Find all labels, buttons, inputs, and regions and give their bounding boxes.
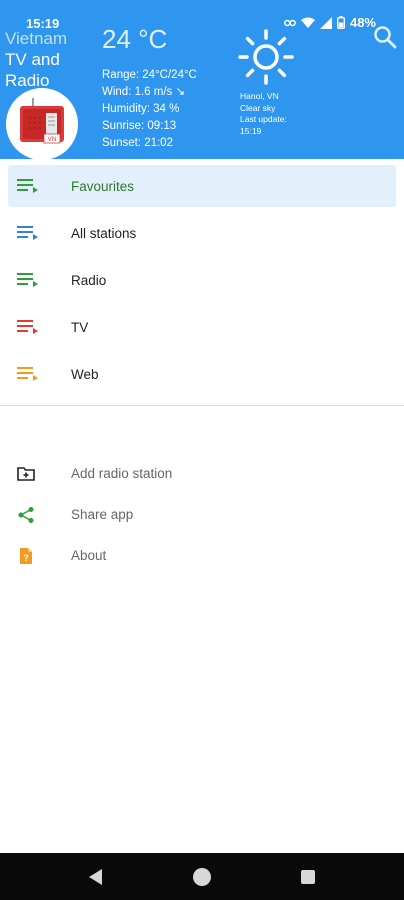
playlist-icon: [17, 320, 38, 334]
weather-details: Range: 24°C/24°C Wind: 1.6 m/s ↘ Humidit…: [102, 67, 197, 152]
weather-humidity: Humidity: 34 %: [102, 103, 180, 115]
app-title-line1: Vietnam: [5, 29, 68, 48]
add-radio-station-label: Add radio station: [71, 466, 173, 481]
menu-item-favourites[interactable]: Favourites: [8, 165, 396, 207]
add-radio-station-item[interactable]: Add radio station: [8, 456, 396, 492]
menu-item-tv[interactable]: TV: [8, 306, 396, 348]
location-info: Hanoi, VN Clear sky Last update: 15:19: [240, 91, 287, 137]
search-icon[interactable]: [372, 24, 398, 50]
playlist-icon: [17, 367, 38, 381]
app-title: Vietnam TV and Radio: [5, 28, 105, 91]
back-icon[interactable]: [85, 866, 107, 888]
share-icon: [18, 507, 34, 523]
menu-item-all-stations[interactable]: All stations: [8, 212, 396, 254]
battery-icon: [336, 16, 345, 29]
menu-item-label: Web: [71, 366, 99, 382]
info-document-icon: ?: [20, 548, 32, 564]
about-label: About: [71, 548, 107, 563]
playlist-icon: [17, 273, 38, 287]
menu-item-radio[interactable]: Radio: [8, 259, 396, 301]
divider: [0, 405, 404, 406]
menu-item-label: TV: [71, 319, 89, 335]
navigation-drawer-header: 15:19 48% Vietnam TV and Radio 24 °C Ran…: [0, 0, 404, 159]
app-logo: VN: [6, 88, 78, 159]
sun-icon: [238, 29, 294, 85]
status-icons: 48%: [284, 15, 376, 30]
weather-range: Range: 24°C/24°C: [102, 69, 197, 81]
weather-sunset: Sunset: 21:02: [102, 137, 173, 149]
wifi-icon: [300, 17, 315, 28]
share-app-label: Share app: [71, 507, 134, 522]
screen: 15:19 48% Vietnam TV and Radio 24 °C Ran…: [0, 0, 404, 900]
menu-item-label: All stations: [71, 225, 137, 241]
location-name: Hanoi, VN: [240, 91, 279, 101]
add-folder-icon: [17, 467, 35, 481]
last-update-time: 15:19: [240, 125, 262, 136]
weather-sunrise: Sunrise: 09:13: [102, 120, 177, 132]
playlist-icon: [17, 179, 38, 193]
last-update-label: Last update:: [240, 114, 287, 125]
link-icon: [284, 19, 296, 26]
temperature: 24 °C: [102, 24, 168, 54]
menu-item-label: Favourites: [71, 178, 135, 194]
status-bar: 15:19 48%: [0, 0, 404, 31]
menu-item-label: Radio: [71, 272, 107, 288]
share-app-item[interactable]: Share app: [8, 497, 396, 533]
playlist-icon: [17, 226, 38, 240]
home-icon[interactable]: [191, 866, 213, 888]
radio-logo-icon: VN: [20, 98, 64, 144]
logo-text: VN: [47, 136, 56, 143]
system-navigation-bar: [0, 853, 404, 900]
about-item[interactable]: ? About: [8, 538, 396, 574]
weather-wind: Wind: 1.6 m/s ↘: [102, 86, 186, 98]
signal-icon: [319, 16, 332, 29]
svg-text:?: ?: [23, 553, 29, 563]
app-title-line3: Radio: [5, 71, 50, 90]
weather-condition: Clear sky: [240, 102, 276, 113]
app-title-line2: TV and: [5, 50, 60, 69]
recents-icon[interactable]: [297, 866, 319, 888]
menu-item-web[interactable]: Web: [8, 353, 396, 395]
